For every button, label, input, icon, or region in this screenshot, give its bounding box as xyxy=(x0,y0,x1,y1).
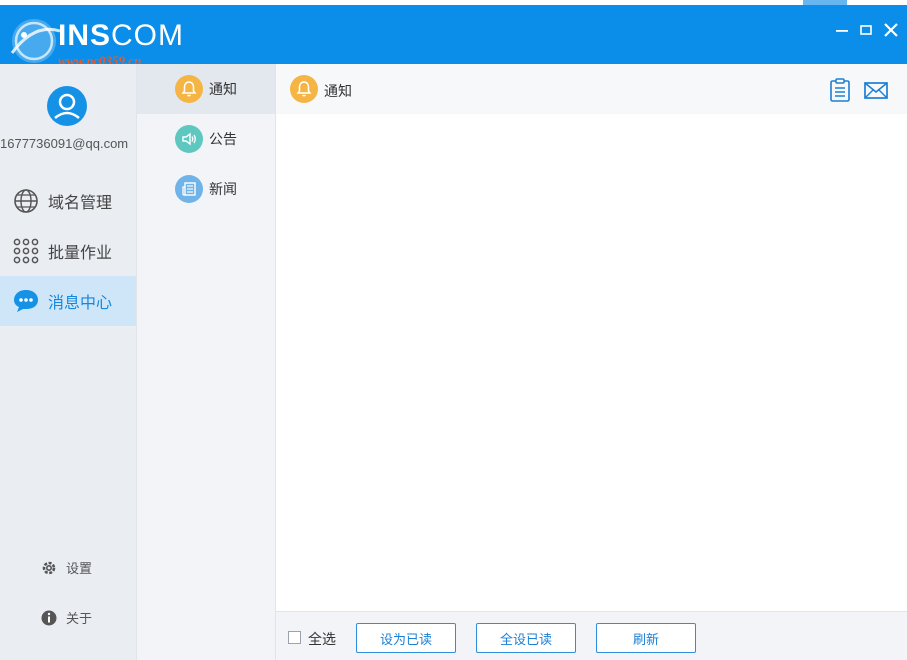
info-icon xyxy=(41,610,57,625)
sidebar-item-label: 域名管理 xyxy=(48,195,113,212)
settings-button[interactable]: 设置 xyxy=(40,558,92,577)
message-list-area xyxy=(276,114,907,611)
avatar[interactable] xyxy=(47,86,87,126)
category-item-announcement[interactable]: 公告 xyxy=(137,114,275,164)
about-label: 关于 xyxy=(66,611,93,626)
user-email: 1677736091@qq.com xyxy=(0,136,129,151)
bell-icon xyxy=(290,75,318,103)
newspaper-icon xyxy=(175,175,203,203)
sidebar-item-label: 消息中心 xyxy=(48,295,113,312)
category-item-notice[interactable]: 通知 xyxy=(137,64,275,114)
mail-icon xyxy=(864,82,888,99)
app-logo: INSCOM www.pc0359.cn xyxy=(6,13,206,68)
close-button[interactable] xyxy=(880,19,902,41)
maximize-button[interactable] xyxy=(855,19,877,41)
maximize-icon xyxy=(860,25,872,35)
content-header: 通知 xyxy=(276,64,907,114)
content-title: 通知 xyxy=(324,83,352,99)
category-item-news[interactable]: 新闻 xyxy=(137,164,275,214)
select-all-label[interactable]: 全选 xyxy=(308,629,336,649)
speaker-icon xyxy=(175,125,203,153)
category-label: 通知 xyxy=(209,81,237,97)
settings-label: 设置 xyxy=(66,561,93,576)
sidebar-item-batch-jobs[interactable]: 批量作业 xyxy=(0,226,136,276)
mark-all-read-button[interactable]: 全设已读 xyxy=(476,623,576,653)
chat-bubble-icon xyxy=(12,287,40,315)
mail-button[interactable] xyxy=(863,77,889,103)
sidebar-item-message-center[interactable]: 消息中心 xyxy=(0,276,136,326)
logo-text: INSCOM xyxy=(58,19,185,52)
clipboard-icon xyxy=(830,78,850,102)
user-icon xyxy=(54,93,80,119)
about-button[interactable]: 关于 xyxy=(40,608,92,627)
gear-icon xyxy=(42,561,56,574)
category-label: 新闻 xyxy=(209,181,237,197)
clipboard-button[interactable] xyxy=(827,77,853,103)
category-column: 通知 公告 新闻 xyxy=(137,64,276,660)
select-all-checkbox[interactable] xyxy=(288,631,301,644)
title-bar: INSCOM www.pc0359.cn xyxy=(0,5,907,68)
mark-read-button[interactable]: 设为已读 xyxy=(356,623,456,653)
content-footer: 全选 设为已读 全设已读 刷新 xyxy=(276,611,907,660)
minimize-button[interactable] xyxy=(831,19,853,41)
sidebar-item-domain-management[interactable]: 域名管理 xyxy=(0,176,136,226)
left-sidebar: 1677736091@qq.com 域名管理 批量作业 消息中心 设置 关于 xyxy=(0,64,137,660)
globe-icon xyxy=(12,187,40,215)
close-icon xyxy=(884,23,898,37)
minimize-icon xyxy=(836,30,848,32)
category-label: 公告 xyxy=(209,131,237,147)
refresh-button[interactable]: 刷新 xyxy=(596,623,696,653)
bell-icon xyxy=(175,75,203,103)
grid-dots-icon xyxy=(12,237,40,265)
logo-globe-icon xyxy=(10,19,61,63)
sidebar-item-label: 批量作业 xyxy=(48,245,113,262)
